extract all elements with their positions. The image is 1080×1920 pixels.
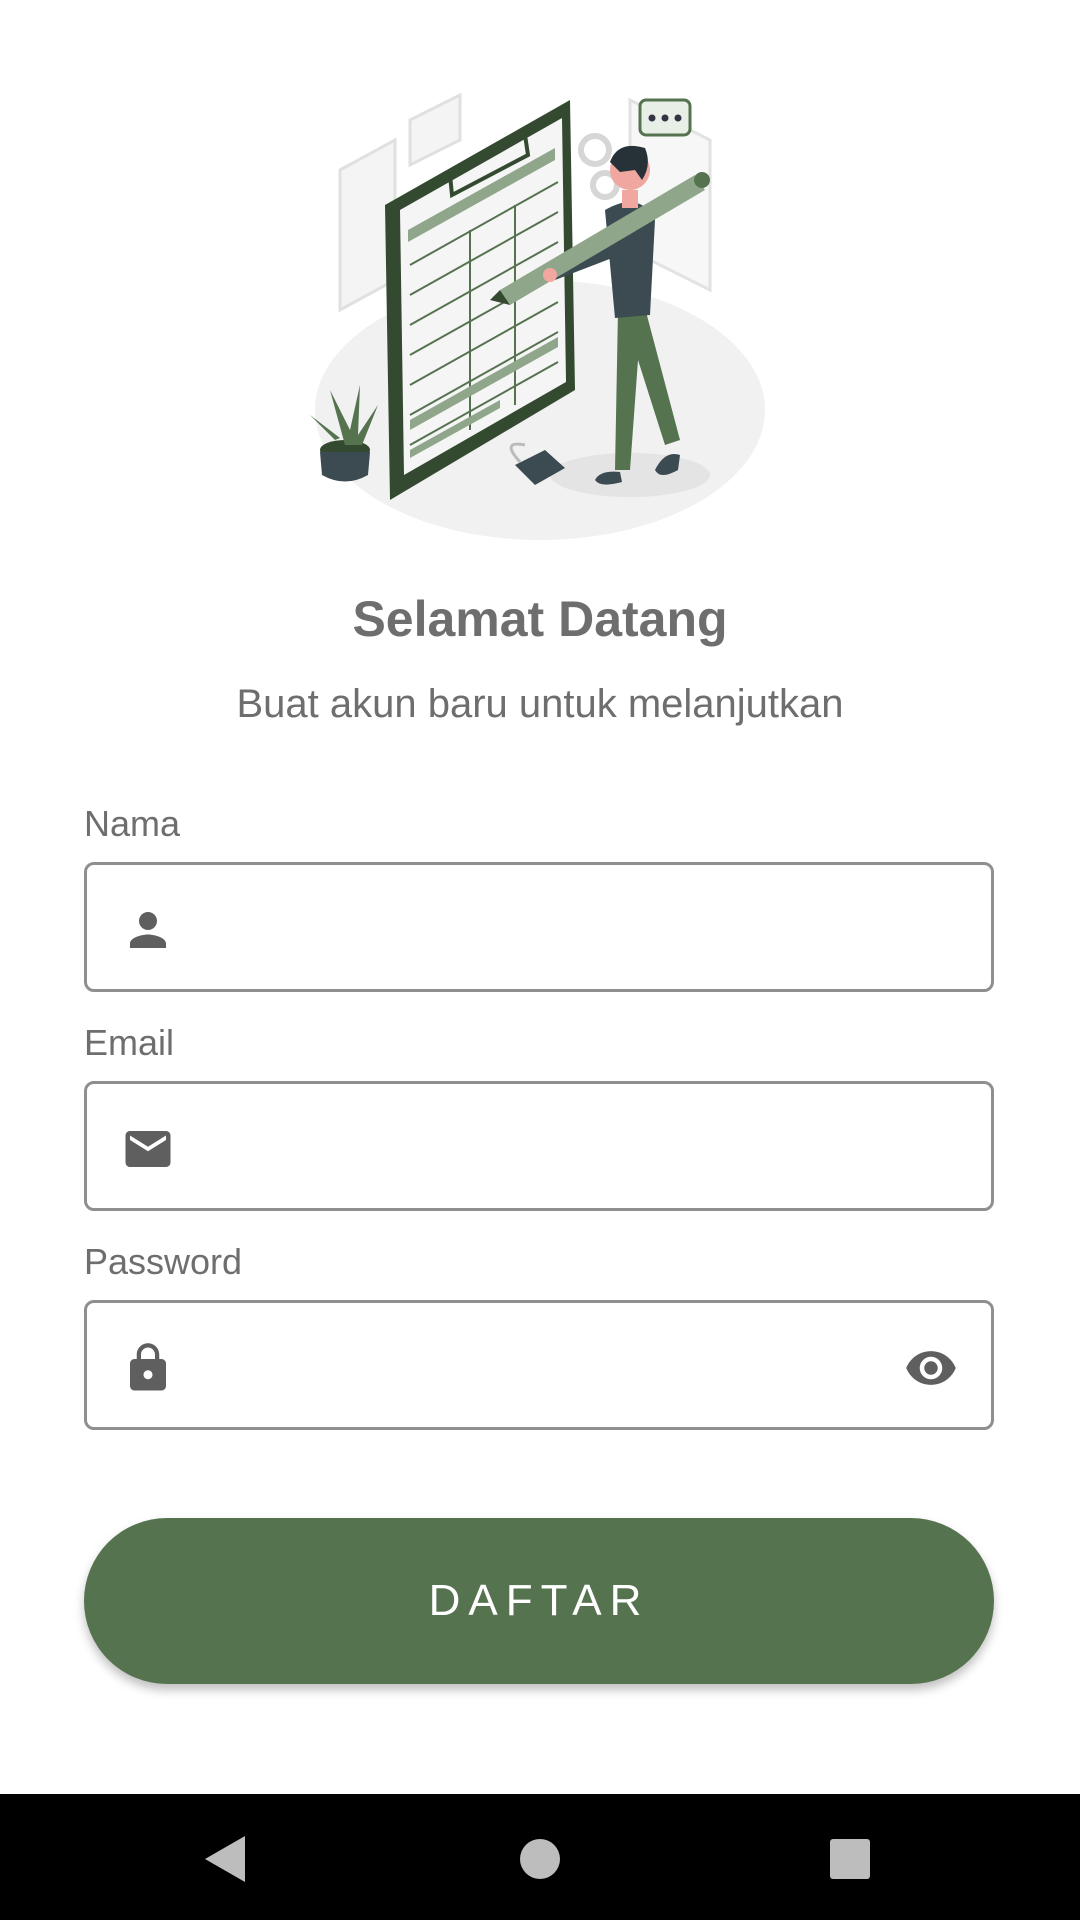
- password-field[interactable]: [84, 1300, 994, 1430]
- page-subtitle: Buat akun baru untuk melanjutkan: [236, 682, 844, 726]
- page-title: Selamat Datang: [352, 591, 728, 647]
- email-input[interactable]: [207, 1084, 851, 1210]
- name-input[interactable]: [207, 865, 851, 991]
- back-triangle-icon[interactable]: [190, 1824, 260, 1894]
- register-button[interactable]: DAFTAR: [84, 1518, 994, 1684]
- password-label: Password: [84, 1241, 243, 1282]
- home-circle-icon[interactable]: [505, 1824, 575, 1894]
- name-label: Nama: [84, 803, 181, 844]
- person-icon: [130, 912, 166, 948]
- mail-icon: [125, 1131, 171, 1167]
- recents-square-icon[interactable]: [815, 1824, 885, 1894]
- lock-icon: [130, 1343, 166, 1391]
- email-field[interactable]: [84, 1081, 994, 1211]
- register-screen: Selamat Datang Buat akun baru untuk mela…: [0, 0, 1080, 1920]
- eye-icon[interactable]: [901, 1341, 961, 1395]
- system-navigation-bar: [0, 1794, 1080, 1920]
- password-input[interactable]: [207, 1303, 851, 1429]
- signup-illustration: [310, 92, 765, 540]
- email-label: Email: [84, 1022, 175, 1063]
- name-field[interactable]: [84, 862, 994, 992]
